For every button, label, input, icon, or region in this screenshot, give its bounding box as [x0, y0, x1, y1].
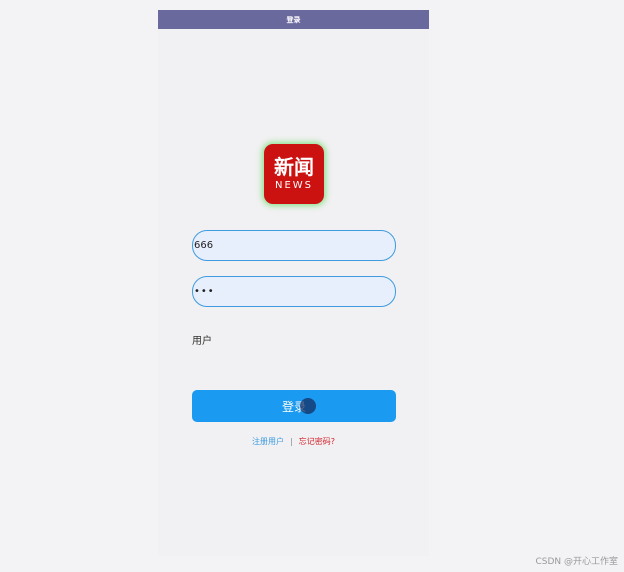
news-logo: 新闻 NEWS — [264, 144, 324, 204]
touch-cursor-indicator — [300, 398, 316, 414]
app-window: 登录 新闻 NEWS 用户 登录 注册用户 | 忘记密码? — [158, 10, 429, 556]
login-button[interactable]: 登录 — [192, 390, 396, 422]
register-link[interactable]: 注册用户 — [252, 436, 284, 447]
password-field[interactable] — [192, 276, 396, 307]
username-field[interactable] — [192, 230, 396, 261]
link-separator: | — [290, 437, 293, 446]
logo-cn-text: 新闻 — [274, 155, 314, 179]
password-input[interactable] — [194, 286, 387, 297]
logo-en-text: NEWS — [274, 180, 314, 191]
auth-links: 注册用户 | 忘记密码? — [158, 436, 429, 447]
page-title: 登录 — [286, 15, 301, 24]
username-input[interactable] — [194, 240, 387, 251]
title-bar: 登录 — [158, 10, 429, 29]
user-type-label: 用户 — [192, 336, 212, 347]
screen: 登录 新闻 NEWS 用户 登录 注册用户 | 忘记密码? CSDN @开心工作… — [0, 0, 624, 572]
forgot-password-link[interactable]: 忘记密码? — [299, 436, 335, 447]
watermark: CSDN @开心工作室 — [535, 557, 618, 567]
